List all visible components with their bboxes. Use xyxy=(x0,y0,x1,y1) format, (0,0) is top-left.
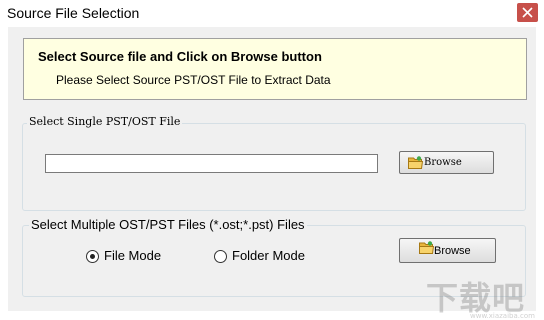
browse-multiple-label: Browse xyxy=(434,245,471,257)
window-title: Source File Selection xyxy=(7,5,140,21)
banner-subtitle: Please Select Source PST/OST File to Ext… xyxy=(56,73,331,87)
close-icon xyxy=(522,7,533,18)
instruction-banner: Select Source file and Click on Browse b… xyxy=(23,38,527,100)
dialog-body: Select Source file and Click on Browse b… xyxy=(8,27,536,320)
file-mode-radio-circle[interactable] xyxy=(86,250,99,263)
radio-selected-dot xyxy=(90,254,95,259)
folder-icon xyxy=(408,156,423,169)
watermark: 下载吧 www.xiazaiba.com xyxy=(426,273,535,320)
browse-single-button[interactable]: Browse xyxy=(399,151,494,174)
watermark-url: www.xiazaiba.com xyxy=(470,312,535,320)
title-bar: Source File Selection xyxy=(0,0,544,27)
multiple-files-group-legend: Select Multiple OST/PST Files (*.ost;*.p… xyxy=(29,217,307,232)
single-file-group-legend: Select Single PST/OST File xyxy=(27,115,183,128)
close-button[interactable] xyxy=(517,3,538,22)
banner-title: Select Source file and Click on Browse b… xyxy=(38,49,322,64)
browse-single-label: Browse xyxy=(424,157,462,168)
browse-multiple-button[interactable]: Browse xyxy=(399,238,496,263)
file-mode-label: File Mode xyxy=(104,248,162,263)
single-file-path-input[interactable] xyxy=(45,154,378,173)
folder-mode-radio-circle[interactable] xyxy=(214,250,227,263)
folder-icon xyxy=(419,241,434,254)
folder-mode-label: Folder Mode xyxy=(232,248,305,263)
